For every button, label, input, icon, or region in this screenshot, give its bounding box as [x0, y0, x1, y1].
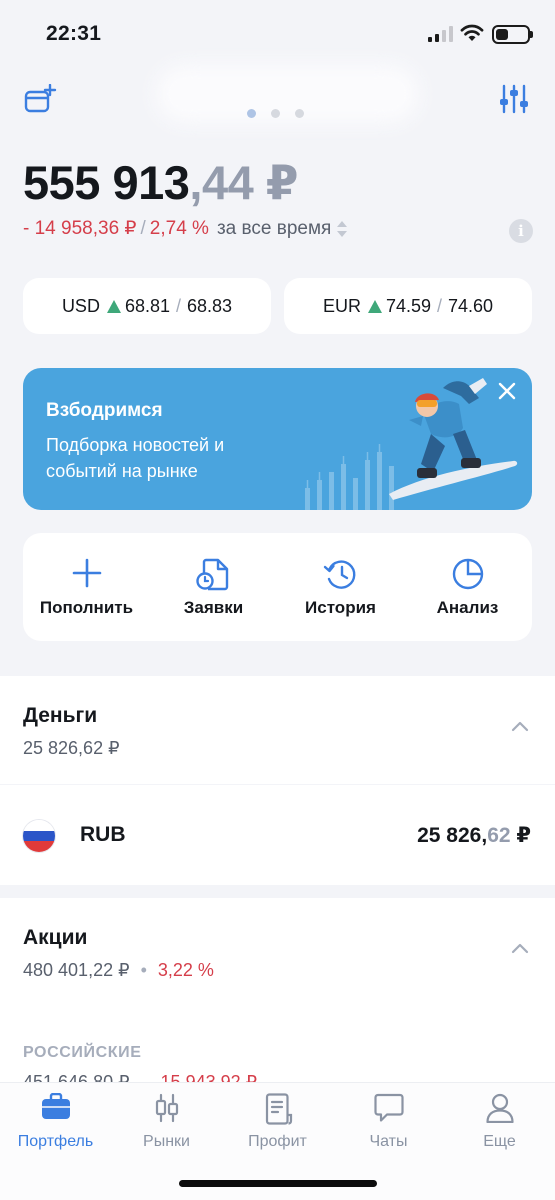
- currency-name: RUB: [80, 823, 126, 846]
- chat-icon: [373, 1093, 404, 1122]
- account-name-blurred[interactable]: [165, 74, 410, 114]
- page-dot: [271, 109, 280, 118]
- banner-subtitle: Подборка новостей и событий на рынке: [46, 435, 225, 481]
- tab-label: Портфель: [17, 1133, 94, 1150]
- tab-label: Профит: [248, 1133, 307, 1150]
- sort-arrows-icon[interactable]: [336, 219, 348, 239]
- page-dot: [247, 109, 256, 118]
- total-main: 555 913: [23, 156, 190, 209]
- briefcase-icon: [41, 1093, 70, 1119]
- change-separator: /: [140, 217, 146, 239]
- rub-value-unit: ₽: [510, 824, 531, 847]
- stocks-title: Акции: [23, 926, 88, 949]
- cellular-signal-icon: [428, 26, 453, 42]
- rate-separator: /: [176, 295, 182, 316]
- portfolio-header: [0, 72, 555, 132]
- rate-ask: 74.60: [448, 295, 494, 316]
- action-analysis[interactable]: Анализ: [404, 533, 531, 641]
- filters-icon[interactable]: [499, 84, 529, 114]
- tab-chats[interactable]: Чаты: [333, 1083, 444, 1163]
- history-icon: [323, 560, 355, 589]
- action-orders[interactable]: Заявки: [150, 533, 277, 641]
- dot-separator: •: [140, 960, 147, 980]
- action-label: Заявки: [183, 598, 244, 617]
- tab-label: Чаты: [369, 1133, 408, 1150]
- tab-profit[interactable]: Профит: [222, 1083, 333, 1163]
- tab-portfolio[interactable]: Портфель: [0, 1083, 111, 1163]
- page-dot: [295, 109, 304, 118]
- battery-icon: [492, 25, 533, 44]
- wifi-icon: [460, 24, 484, 41]
- rub-value: 25 826,62 ₽: [417, 823, 531, 848]
- add-account-icon[interactable]: [24, 84, 58, 114]
- status-bar: 22:31: [0, 0, 555, 70]
- account-page-dots: [247, 109, 304, 118]
- currency-code: EUR: [322, 295, 361, 316]
- portfolio-change[interactable]: - 14 958,36 ₽ / 2,74 % за все время: [23, 217, 348, 240]
- plus-icon: [72, 558, 101, 588]
- rate-ask: 68.83: [187, 295, 233, 316]
- tab-label: Рынки: [143, 1133, 190, 1150]
- tab-more[interactable]: Еще: [444, 1083, 555, 1163]
- action-label: История: [305, 598, 376, 617]
- tab-markets[interactable]: Рынки: [111, 1083, 222, 1163]
- stocks-summary: 480 401,22 ₽ • 3,22 %: [23, 960, 214, 981]
- snowboarder-illustration: [305, 378, 518, 510]
- action-label: Анализ: [436, 598, 499, 617]
- change-percent: 2,74 %: [149, 217, 209, 239]
- category-title: РОССИЙСКИЕ: [23, 1044, 142, 1061]
- orders-icon: [195, 558, 228, 591]
- action-deposit[interactable]: Пополнить: [23, 533, 150, 641]
- rub-value-main: 25 826,: [417, 824, 488, 847]
- chevron-up-icon[interactable]: [511, 942, 529, 954]
- banner-title: Взбодримся: [46, 400, 163, 421]
- change-absolute: - 14 958,36 ₽: [23, 218, 137, 239]
- usd-rate-card[interactable]: USD 68.81 / 68.83: [23, 278, 271, 334]
- rate-bid: 74.59: [385, 295, 431, 316]
- rub-value-fraction: 62: [487, 824, 511, 847]
- candles-icon: [155, 1093, 178, 1123]
- rate-up-icon: [367, 299, 382, 313]
- rate-bid: 68.81: [124, 295, 170, 316]
- tab-label: Еще: [483, 1133, 516, 1150]
- info-icon[interactable]: i: [509, 219, 533, 243]
- news-banner[interactable]: Взбодримся Подборка новостей и событий н…: [23, 368, 532, 510]
- total-fraction: ,44 ₽: [189, 156, 299, 209]
- russia-flag-icon: [23, 820, 55, 852]
- chevron-up-icon[interactable]: [511, 720, 529, 732]
- period-selector[interactable]: за все время: [217, 218, 331, 240]
- portfolio-total: 555 913,44 ₽: [23, 155, 299, 211]
- stocks-amount: 480 401,22 ₽: [23, 960, 130, 980]
- status-time: 22:31: [46, 22, 102, 45]
- money-title: Деньги: [23, 704, 98, 727]
- rate-separator: /: [437, 295, 443, 316]
- person-icon: [485, 1093, 514, 1123]
- currency-code: USD: [61, 295, 100, 316]
- rub-balance-row[interactable]: RUB 25 826,62 ₽: [0, 785, 555, 885]
- quick-actions: Пополнить Заявки История Анализ: [23, 533, 532, 641]
- rate-up-icon: [106, 299, 121, 313]
- eur-rate-card[interactable]: EUR 74.59 / 74.60: [284, 278, 532, 334]
- money-amount: 25 826,62 ₽: [23, 738, 120, 758]
- action-history[interactable]: История: [277, 533, 404, 641]
- pie-chart-icon: [452, 558, 483, 590]
- stocks-change-percent: 3,22 %: [157, 960, 214, 980]
- document-icon: [265, 1093, 292, 1125]
- close-icon[interactable]: [498, 382, 516, 400]
- action-label: Пополнить: [39, 598, 134, 617]
- money-section[interactable]: Деньги 25 826,62 ₽: [0, 676, 555, 784]
- home-indicator: [179, 1180, 377, 1187]
